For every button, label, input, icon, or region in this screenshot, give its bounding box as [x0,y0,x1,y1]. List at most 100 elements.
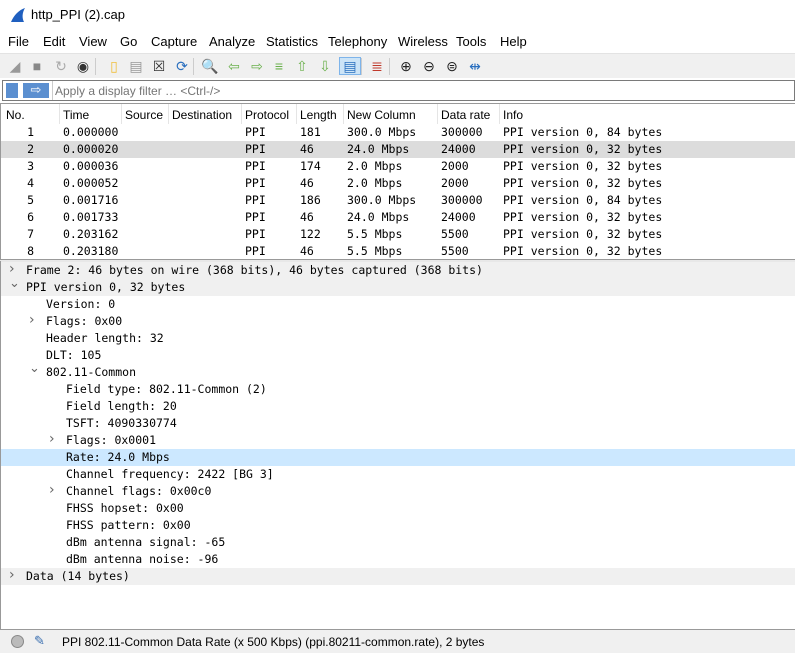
stop-icon[interactable]: ■ [28,57,46,75]
menu-analyze[interactable]: Analyze [209,34,255,49]
colorize-icon[interactable]: ≣ [368,57,386,75]
packet-cell-8: PPI version 0, 84 bytes [503,125,663,139]
chevron-down-icon[interactable]: ⌄ [29,361,40,376]
chevron-right-icon[interactable]: › [9,261,15,277]
packet-cell-6: 300.0 Mbps [347,193,417,207]
packet-cell-4: PPI [245,159,266,173]
display-filter-input[interactable] [55,82,785,99]
packet-row[interactable]: 3 0.000036 PPI 174 2.0 Mbps 2000 PPI version 0… [1,158,795,175]
bookmark-icon[interactable] [6,83,18,98]
detail-tree-item[interactable]: dBm antenna signal: -65 [1,534,795,551]
chevron-right-icon[interactable]: › [9,567,15,583]
menu-go[interactable]: Go [120,34,137,49]
detail-tree-item[interactable]: FHSS pattern: 0x00 [1,517,795,534]
column-header-info[interactable]: Info [503,108,523,122]
find-icon[interactable]: 🔍 [201,57,219,75]
resize-columns-icon[interactable]: ⇹ [466,57,484,75]
menu-statistics[interactable]: Statistics [266,34,318,49]
detail-tree-item[interactable]: Rate: 24.0 Mbps [1,449,795,466]
zoom-in-icon[interactable]: ⊕ [397,57,415,75]
close-file-icon[interactable]: ☒ [150,57,168,75]
column-header-new-column[interactable]: New Column [347,108,416,122]
menu-capture[interactable]: Capture [151,34,197,49]
packet-row[interactable]: 1 0.000000 PPI 181 300.0 Mbps 300000 PPI versi… [1,124,795,141]
chevron-right-icon[interactable]: › [49,431,55,447]
packet-cell-6: 2.0 Mbps [347,159,403,173]
column-divider[interactable] [437,104,438,124]
detail-tree-item[interactable]: Field type: 802.11-Common (2) [1,381,795,398]
column-header-destination[interactable]: Destination [172,108,232,122]
chevron-down-icon[interactable]: ⌄ [9,276,20,291]
menu-help[interactable]: Help [500,34,527,49]
menu-tools[interactable]: Tools [456,34,486,49]
detail-text: Channel flags: 0x00c0 [66,484,212,498]
packet-list: No. Time Source Destination Protocol Length Ne… [0,103,795,259]
last-packet-icon[interactable]: ⇩ [316,57,334,75]
column-divider[interactable] [343,104,344,124]
zoom-out-icon[interactable]: ⊖ [420,57,438,75]
column-header-data-rate[interactable]: Data rate [441,108,490,122]
packet-cell-4: PPI [245,193,266,207]
detail-tree-item[interactable]: Version: 0 [1,296,795,313]
column-divider[interactable] [59,104,60,124]
column-divider[interactable] [499,104,500,124]
detail-tree-item[interactable]: › Flags: 0x00 [1,312,795,330]
detail-text: Data (14 bytes) [26,569,130,583]
first-packet-icon[interactable]: ⇧ [293,57,311,75]
restart-icon[interactable]: ↻ [52,57,70,75]
detail-text: Flags: 0x0001 [66,433,157,447]
edit-comment-icon[interactable]: ✎ [34,633,45,649]
reload-icon[interactable]: ⟳ [173,57,191,75]
detail-tree-item[interactable]: DLT: 105 [1,347,795,364]
detail-tree-item[interactable]: › Frame 2: 46 bytes on wire (368 bits), 4… [1,261,795,279]
detail-tree-item[interactable]: › Flags: 0x0001 [1,431,795,449]
packet-cell-4: PPI [245,210,266,224]
column-divider[interactable] [168,104,169,124]
open-file-icon[interactable]: ▯ [105,57,123,75]
detail-tree-item[interactable]: ⌄ 802.11-Common [1,361,795,381]
packet-row[interactable]: 2 0.000020 PPI 46 24.0 Mbps 24000 PPI version … [1,141,795,158]
autoscroll-icon[interactable]: ▤ [339,57,361,75]
detail-tree-item[interactable]: Header length: 32 [1,330,795,347]
detail-tree-item[interactable]: Channel frequency: 2422 [BG 3] [1,466,795,483]
menu-view[interactable]: View [79,34,107,49]
detail-tree-item[interactable]: › Channel flags: 0x00c0 [1,482,795,500]
chevron-right-icon[interactable]: › [49,482,55,498]
packet-cell-8: PPI version 0, 32 bytes [503,142,663,156]
packet-row[interactable]: 7 0.203162 PPI 122 5.5 Mbps 5500 PPI version 0… [1,226,795,243]
apply-filter-arrow-icon[interactable]: ⇨ [23,83,49,98]
column-header-time[interactable]: Time [63,108,89,122]
packet-cell-4: PPI [245,176,266,190]
detail-tree-item[interactable]: ⌄ PPI version 0, 32 bytes [1,276,795,296]
column-header-no[interactable]: No. [6,108,25,122]
go-to-packet-icon[interactable]: ≡ [270,57,288,75]
detail-tree-item[interactable]: TSFT: 4090330774 [1,415,795,432]
column-header-protocol[interactable]: Protocol [245,108,289,122]
save-file-icon[interactable]: ▤ [127,57,145,75]
detail-tree-item[interactable]: Field length: 20 [1,398,795,415]
packet-cell-5: 174 [300,159,321,173]
column-header-source[interactable]: Source [125,108,163,122]
column-divider[interactable] [121,104,122,124]
packet-row[interactable]: 4 0.000052 PPI 46 2.0 Mbps 2000 PPI version 0,… [1,175,795,192]
shark-fin-start-icon[interactable]: ◢ [6,57,24,75]
detail-tree-item[interactable]: FHSS hopset: 0x00 [1,500,795,517]
options-gear-icon[interactable]: ◉ [74,57,92,75]
packet-row[interactable]: 6 0.001733 PPI 46 24.0 Mbps 24000 PPI version … [1,209,795,226]
column-divider[interactable] [241,104,242,124]
go-back-icon[interactable]: ⇦ [225,57,243,75]
menu-telephony[interactable]: Telephony [328,34,387,49]
detail-tree-item[interactable]: dBm antenna noise: -96 [1,551,795,568]
expert-info-led-icon[interactable] [11,635,24,648]
menu-edit[interactable]: Edit [43,34,65,49]
menu-file[interactable]: File [8,34,29,49]
packet-row[interactable]: 8 0.203180 PPI 46 5.5 Mbps 5500 PPI version 0,… [1,243,795,259]
chevron-right-icon[interactable]: › [29,312,35,328]
column-header-length[interactable]: Length [300,108,337,122]
normal-size-icon[interactable]: ⊜ [443,57,461,75]
menu-wireless[interactable]: Wireless [398,34,448,49]
go-forward-icon[interactable]: ⇨ [248,57,266,75]
packet-row[interactable]: 5 0.001716 PPI 186 300.0 Mbps 300000 PPI versi… [1,192,795,209]
column-divider[interactable] [296,104,297,124]
detail-tree-item[interactable]: › Data (14 bytes) [1,567,795,585]
